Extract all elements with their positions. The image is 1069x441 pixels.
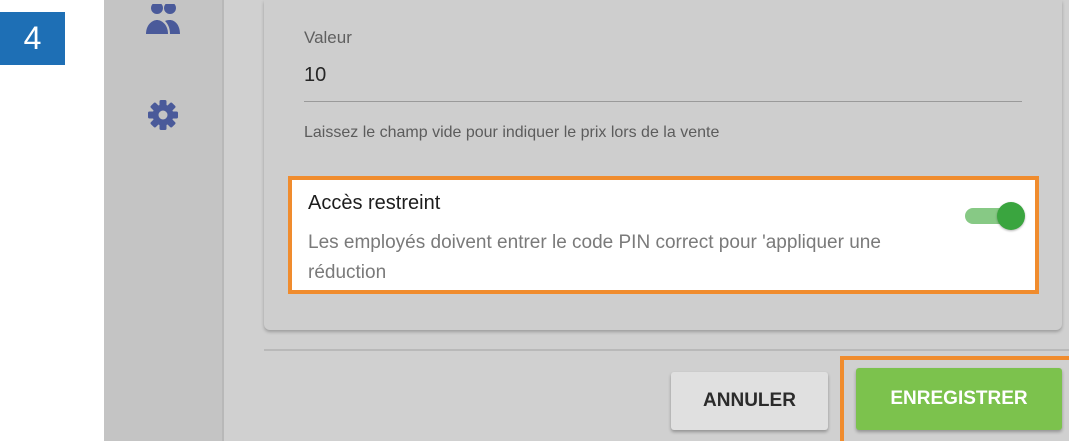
- restricted-access-title: Accès restreint: [308, 192, 441, 214]
- toggle-knob: [997, 202, 1025, 230]
- app-screen: Valeur 10 Laissez le champ vide pour ind…: [104, 0, 1069, 441]
- users-icon[interactable]: [145, 4, 181, 40]
- restricted-access-toggle[interactable]: [965, 202, 1025, 230]
- discount-settings-card: Valeur 10 Laissez le champ vide pour ind…: [264, 0, 1062, 330]
- sidebar: [104, 0, 224, 441]
- cancel-button[interactable]: ANNULER: [671, 372, 828, 430]
- restricted-access-description: Les employés doivent entrer le code PIN …: [308, 232, 881, 283]
- value-field-label: Valeur: [304, 28, 352, 47]
- restricted-access-row: Accès restreint Les employés doivent ent…: [288, 176, 1039, 294]
- value-input-underline: [304, 101, 1022, 102]
- save-button[interactable]: ENREGISTRER: [856, 368, 1062, 430]
- main-content: Valeur 10 Laissez le champ vide pour ind…: [224, 0, 1069, 441]
- action-bar-divider: [264, 349, 1069, 351]
- gear-icon[interactable]: [145, 97, 181, 133]
- value-field-hint: Laissez le champ vide pour indiquer le p…: [304, 124, 720, 141]
- value-input[interactable]: 10: [304, 64, 326, 87]
- step-number-badge: 4: [0, 12, 65, 65]
